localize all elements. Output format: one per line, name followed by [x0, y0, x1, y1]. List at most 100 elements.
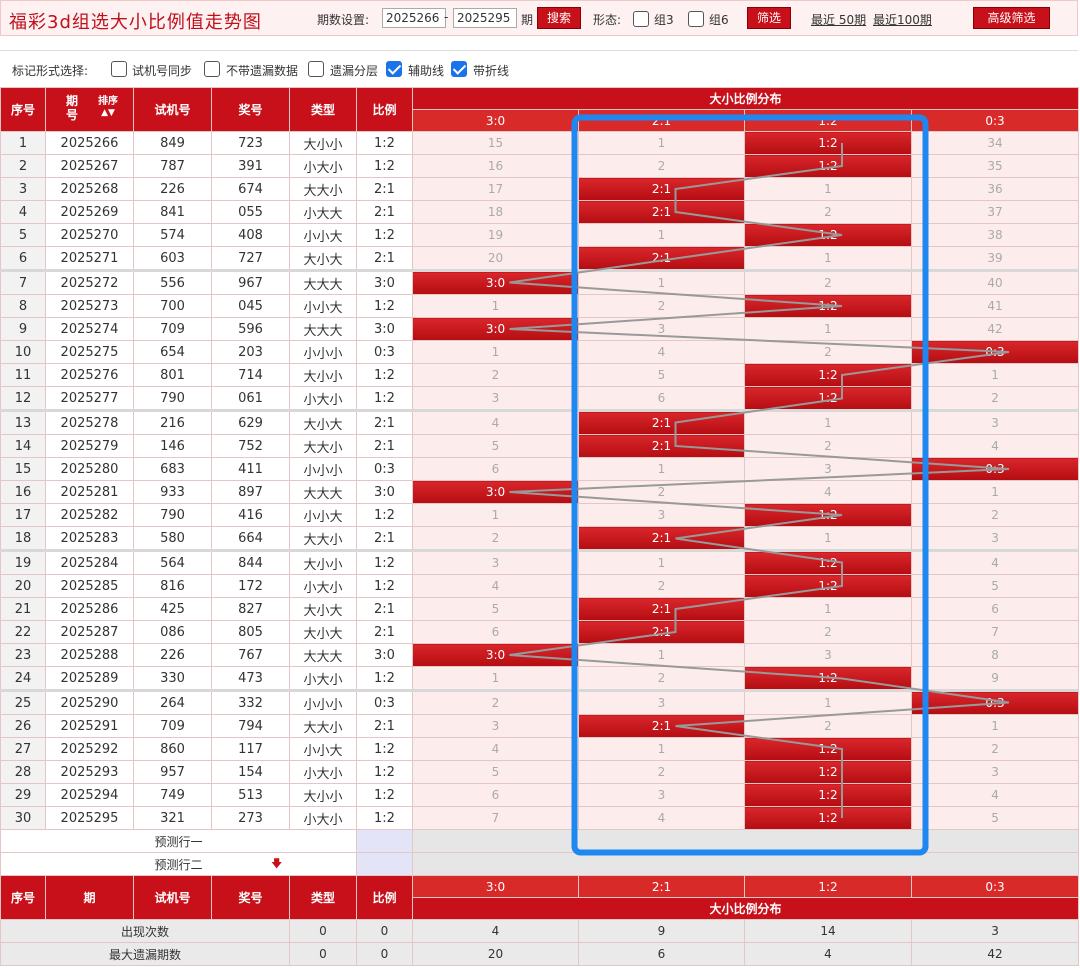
cell-ratio: 0:3 — [356, 340, 413, 364]
period-to-input[interactable] — [453, 8, 517, 28]
cell-prize: 844 — [211, 549, 290, 575]
dist-miss-cell: 1 — [744, 409, 912, 435]
cell-seq: 5 — [0, 223, 46, 247]
footer-period-header: 期 — [45, 875, 134, 920]
dist-hit-cell: 3:0 — [412, 643, 579, 667]
cell-type: 大大大 — [289, 480, 357, 504]
dist-miss-cell: 37 — [910, 200, 1080, 224]
dist-miss-cell: 5 — [578, 363, 745, 387]
group3-checkbox[interactable] — [633, 11, 649, 27]
trial-sync-label: 试机号同步 — [132, 64, 193, 78]
dist-hit-cell: 2:1 — [578, 200, 745, 224]
cell-ratio: 2:1 — [356, 177, 413, 201]
dist-miss-cell: 4 — [578, 806, 745, 830]
cell-seq: 26 — [0, 714, 46, 738]
predict-dist-cells[interactable] — [411, 829, 1080, 853]
cell-seq: 22 — [0, 620, 46, 644]
trend-line-checkbox[interactable] — [451, 61, 467, 77]
cell-type: 大大小 — [289, 177, 357, 201]
cell-ratio: 1:2 — [356, 737, 413, 761]
cell-seq: 19 — [0, 549, 46, 575]
arrow-down-icon[interactable]: 🡇 — [271, 855, 282, 874]
period-from-input[interactable] — [382, 8, 446, 28]
cell-type: 小小小 — [289, 689, 357, 715]
dist-miss-cell: 16 — [412, 154, 579, 178]
cell-period: 2025271 — [45, 246, 134, 271]
cell-trial: 264 — [133, 689, 212, 715]
table-row: 7 2025272 556 967 大大大 3:0 3:0 1 2 40 — [0, 269, 1080, 295]
cell-period: 2025268 — [45, 177, 134, 201]
cell-trial: 683 — [133, 457, 212, 481]
cell-type: 小小大 — [289, 503, 357, 527]
col-period-header[interactable]: 期 号 排序 ▲▼ — [45, 87, 134, 132]
predict-row-2: 预测行二 🡇 — [0, 852, 1080, 876]
cell-type: 小小大 — [289, 737, 357, 761]
dist-miss-cell: 5 — [910, 574, 1080, 598]
group3-label: 组3 — [654, 13, 674, 27]
dist-header-0-3: 0:3 — [910, 109, 1080, 132]
cell-period: 2025276 — [45, 363, 134, 387]
no-miss-data-label: 不带遗漏数据 — [226, 64, 299, 78]
cell-prize: 411 — [211, 457, 290, 481]
predict-row-2-cell[interactable]: 预测行二 🡇 — [0, 852, 357, 876]
table-row: 8 2025273 700 045 小小大 1:2 1 2 1:2 41 — [0, 294, 1080, 318]
dist-miss-cell: 2 — [578, 760, 745, 784]
table-row: 25 2025290 264 332 小小小 0:3 2 3 1 0:3 — [0, 689, 1080, 715]
cell-period: 2025272 — [45, 269, 134, 295]
stat-value: 6 — [578, 942, 745, 966]
predict-dist-cells[interactable] — [411, 852, 1080, 876]
cell-type: 大大大 — [289, 269, 357, 295]
table-row: 26 2025291 709 794 大大小 2:1 3 2:1 2 1 — [0, 714, 1080, 738]
recent-50-link[interactable]: 最近 50期 — [811, 11, 866, 28]
dist-miss-cell: 4 — [744, 480, 912, 504]
cell-ratio: 1:2 — [356, 386, 413, 411]
table-row: 19 2025284 564 844 大小小 1:2 3 1 1:2 4 — [0, 549, 1080, 575]
miss-layer-checkbox[interactable] — [308, 61, 324, 77]
cell-trial: 226 — [133, 177, 212, 201]
dist-miss-cell: 6 — [412, 620, 579, 644]
table-row: 20 2025285 816 172 小大小 1:2 4 2 1:2 5 — [0, 574, 1080, 598]
search-button[interactable]: 搜索 — [537, 7, 581, 29]
guide-line-checkbox[interactable] — [386, 61, 402, 77]
group6-checkbox[interactable] — [688, 11, 704, 27]
cell-trial: 860 — [133, 737, 212, 761]
dist-hit-cell: 2:1 — [578, 597, 745, 621]
dist-miss-cell: 9 — [910, 666, 1080, 691]
cell-prize: 055 — [211, 200, 290, 224]
sort-arrows-icon[interactable]: ▲▼ — [101, 108, 115, 118]
dist-hit-cell: 2:1 — [578, 434, 745, 458]
dist-miss-cell: 2 — [412, 363, 579, 387]
cell-ratio: 2:1 — [356, 200, 413, 224]
recent-100-link[interactable]: 最近100期 — [873, 11, 932, 28]
dist-hit-cell: 2:1 — [578, 714, 745, 738]
advanced-filter-button[interactable]: 高级筛选 — [973, 7, 1050, 29]
cell-period: 2025282 — [45, 503, 134, 527]
no-miss-data-checkbox[interactable] — [204, 61, 220, 77]
cell-seq: 3 — [0, 177, 46, 201]
cell-type: 小小小 — [289, 340, 357, 364]
predict-row-1-label[interactable]: 预测行一 — [0, 829, 357, 853]
dist-miss-cell: 40 — [910, 269, 1080, 295]
cell-prize: 391 — [211, 154, 290, 178]
cell-ratio: 2:1 — [356, 246, 413, 271]
stat-row: 出现次数 0 0 4 9 14 3 — [0, 919, 1080, 943]
dist-miss-cell: 5 — [412, 597, 579, 621]
stat-value: 42 — [910, 942, 1080, 966]
cell-period: 2025284 — [45, 549, 134, 575]
period-unit: 期 — [521, 13, 534, 27]
table-row: 18 2025283 580 664 大大小 2:1 2 2:1 1 3 — [0, 526, 1080, 551]
dist-hit-cell: 1:2 — [744, 783, 912, 807]
cell-ratio: 1:2 — [356, 131, 413, 155]
cell-type: 大大大 — [289, 317, 357, 341]
cell-seq: 21 — [0, 597, 46, 621]
cell-period: 2025292 — [45, 737, 134, 761]
trial-sync-checkbox[interactable] — [111, 61, 127, 77]
dist-hit-cell: 2:1 — [578, 246, 745, 271]
cell-seq: 2 — [0, 154, 46, 178]
dist-miss-cell: 4 — [910, 783, 1080, 807]
dist-miss-cell: 3 — [744, 457, 912, 481]
filter-button[interactable]: 筛选 — [747, 7, 791, 29]
cell-period: 2025273 — [45, 294, 134, 318]
cell-prize: 752 — [211, 434, 290, 458]
stat-ratio: 0 — [356, 919, 413, 943]
